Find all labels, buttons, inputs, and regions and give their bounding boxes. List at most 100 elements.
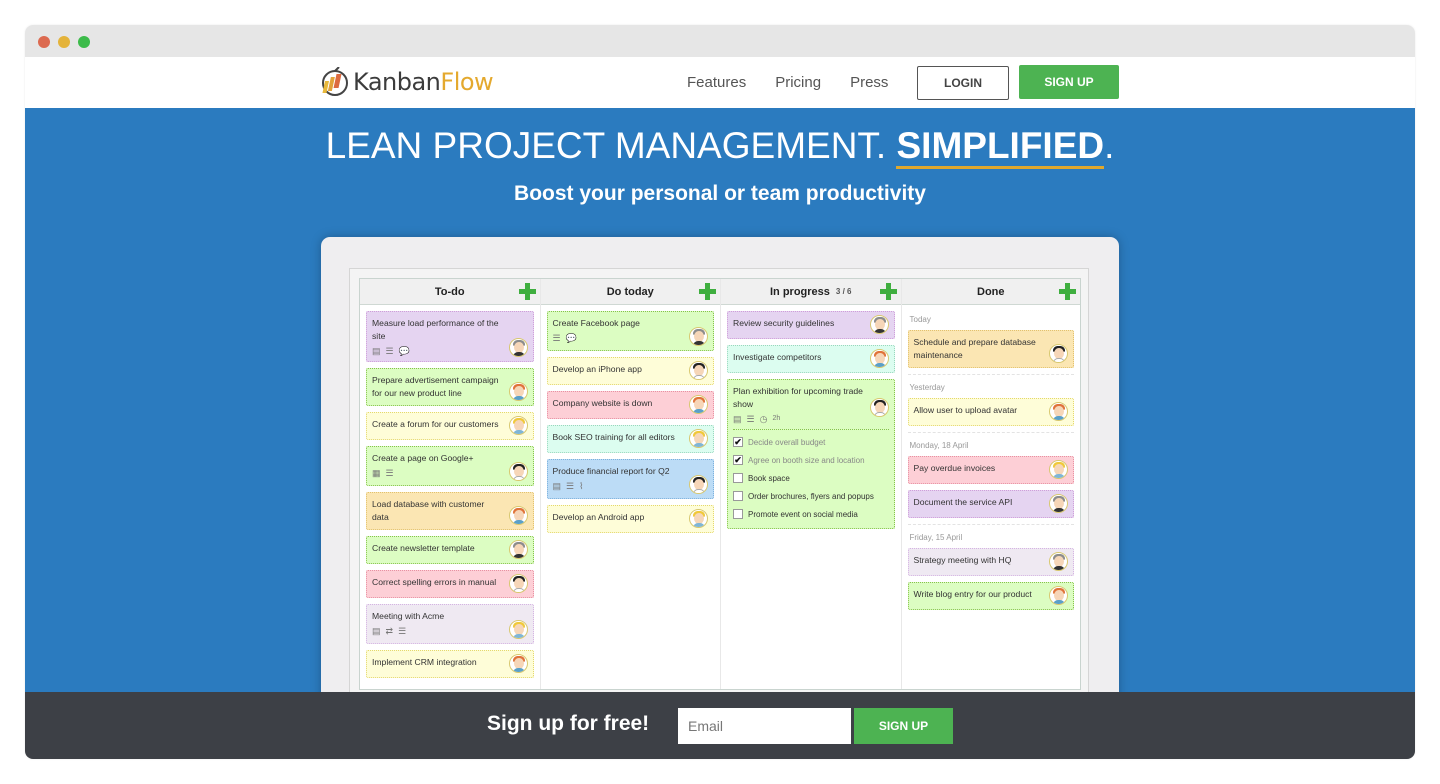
assignee-avatar[interactable]: [1049, 552, 1068, 571]
assignee-avatar[interactable]: [508, 620, 528, 639]
task-card-title: Develop an Android app: [552, 512, 645, 522]
subtask-checkbox[interactable]: [733, 491, 743, 501]
task-card[interactable]: Company website is down: [546, 391, 714, 419]
task-card[interactable]: Review security guidelines: [727, 311, 895, 339]
avatar-body: [1053, 416, 1065, 420]
assignee-avatar[interactable]: [508, 382, 528, 401]
subtask-checkbox[interactable]: [733, 473, 743, 483]
task-card[interactable]: Document the service API: [907, 490, 1074, 518]
kanban-board: To-do Measure load performance of the sit…: [359, 278, 1081, 690]
assignee-avatar[interactable]: [508, 506, 528, 525]
subtask-label: Order brochures, flyers and popups: [748, 491, 874, 501]
assignee-avatar[interactable]: [689, 429, 708, 448]
login-button[interactable]: LOGIN: [917, 66, 1009, 100]
task-card[interactable]: Correct spelling errors in manual: [366, 570, 534, 598]
avatar-body: [873, 329, 886, 333]
assignee-avatar[interactable]: [689, 395, 708, 414]
assignee-avatar[interactable]: [508, 338, 528, 357]
subtasks-icon: ☰: [398, 625, 407, 636]
comment-icon: 💬: [398, 345, 410, 356]
avatar-body: [693, 523, 705, 527]
nav-link-press[interactable]: Press: [850, 74, 888, 91]
assignee-avatar[interactable]: [689, 361, 708, 380]
task-card[interactable]: Book SEO training for all editors: [546, 425, 714, 453]
add-task-plus-icon[interactable]: [1059, 283, 1076, 300]
task-card-icons: ▤ ⇄ ☰: [372, 625, 503, 636]
description-icon: ▤: [552, 480, 562, 491]
task-card[interactable]: Implement CRM integration: [366, 650, 534, 678]
signup-button-header[interactable]: SIGN UP: [1019, 65, 1119, 99]
task-card-title: Book SEO training for all editors: [552, 432, 675, 442]
subtask-checkbox[interactable]: ✔: [733, 455, 743, 465]
task-card[interactable]: Create a page on Google+ ▦ ☰: [366, 446, 534, 486]
signup-button-footer[interactable]: SIGN UP: [854, 708, 953, 744]
task-card[interactable]: Prepare advertisement campaign for our n…: [366, 368, 534, 406]
task-card[interactable]: Create a forum for our customers: [366, 412, 534, 440]
task-card-title: Review security guidelines: [733, 318, 835, 328]
assignee-avatar[interactable]: [1049, 586, 1068, 605]
add-task-plus-icon[interactable]: [879, 283, 897, 300]
wip-limit-count: 3 / 6: [835, 287, 852, 296]
nav-link-pricing[interactable]: Pricing: [775, 74, 821, 91]
nav-link-features[interactable]: Features: [687, 74, 746, 91]
task-card[interactable]: Load database with customer data: [366, 492, 534, 530]
avatar-body: [1053, 600, 1065, 604]
maximize-window-button[interactable]: [78, 36, 90, 48]
hero-title-emphasis: SIMPLIFIED: [896, 125, 1105, 169]
task-card[interactable]: Meeting with Acme ▤ ⇄ ☰: [366, 604, 534, 644]
subtask-checkbox[interactable]: [733, 509, 743, 519]
task-card[interactable]: Create newsletter template: [366, 536, 534, 564]
task-card[interactable]: Develop an iPhone app: [546, 357, 714, 385]
assignee-avatar[interactable]: [689, 509, 708, 528]
task-card[interactable]: Produce financial report for Q2 ▤ ☰ ⌇: [546, 459, 714, 499]
assignee-avatar[interactable]: [869, 398, 889, 417]
task-card[interactable]: Schedule and prepare database maintenanc…: [907, 330, 1074, 368]
avatar-body: [512, 476, 525, 480]
assignee-avatar[interactable]: [1049, 460, 1068, 479]
device-mockup: To-do Measure load performance of the sit…: [321, 237, 1119, 707]
task-card[interactable]: Write blog entry for our product: [907, 582, 1074, 610]
task-card[interactable]: Measure load performance of the site ▤ ☰ 💬: [366, 311, 534, 362]
subtask-checkbox[interactable]: ✔: [733, 437, 743, 447]
brand-name: KanbanFlow: [353, 68, 494, 96]
assignee-avatar[interactable]: [1049, 494, 1068, 513]
assignee-avatar[interactable]: [508, 574, 528, 593]
assignee-avatar[interactable]: [689, 475, 708, 494]
add-task-plus-icon[interactable]: [699, 283, 716, 300]
minimize-window-button[interactable]: [58, 36, 70, 48]
task-card[interactable]: Investigate competitors: [727, 345, 895, 373]
task-card-title: Write blog entry for our product: [913, 589, 1032, 599]
assignee-avatar[interactable]: [508, 462, 528, 481]
task-card[interactable]: Plan exhibition for upcoming trade show ▤…: [727, 379, 895, 529]
avatar-body: [1053, 358, 1065, 362]
task-card[interactable]: Pay overdue invoices: [907, 456, 1074, 484]
assignee-avatar[interactable]: [869, 349, 889, 368]
board-column-in-progress: In progress 3 / 6 Review security guidelin…: [721, 279, 902, 689]
add-task-plus-icon[interactable]: [518, 283, 536, 300]
assignee-avatar[interactable]: [1049, 344, 1068, 363]
assignee-avatar[interactable]: [1049, 402, 1068, 421]
avatar-body: [693, 489, 705, 493]
task-card-title: Prepare advertisement campaign for our n…: [372, 375, 499, 398]
column-header: Done: [901, 279, 1080, 305]
task-card-icons: ▦ ☰: [372, 467, 503, 478]
task-card[interactable]: Allow user to upload avatar: [907, 398, 1074, 426]
assignee-avatar[interactable]: [508, 416, 528, 435]
task-card[interactable]: Develop an Android app: [546, 505, 714, 533]
time-estimate: 2h: [772, 414, 781, 422]
kanbanflow-logo-icon: [320, 66, 350, 97]
close-window-button[interactable]: [38, 36, 50, 48]
subtask-item: Promote event on social media: [733, 505, 889, 523]
assignee-avatar[interactable]: [508, 654, 528, 673]
avatar-body: [873, 363, 886, 367]
task-card-title: Create newsletter template: [372, 543, 475, 553]
task-card[interactable]: Create Facebook page ☰ 💬: [546, 311, 714, 351]
assignee-avatar[interactable]: [508, 540, 528, 559]
task-card[interactable]: Strategy meeting with HQ: [907, 548, 1074, 576]
email-input[interactable]: [678, 708, 851, 744]
assignee-avatar[interactable]: [869, 315, 889, 334]
avatar-body: [1053, 508, 1065, 512]
task-card-title: Company website is down: [552, 398, 653, 408]
assignee-avatar[interactable]: [689, 327, 708, 346]
logo[interactable]: KanbanFlow: [320, 66, 494, 98]
